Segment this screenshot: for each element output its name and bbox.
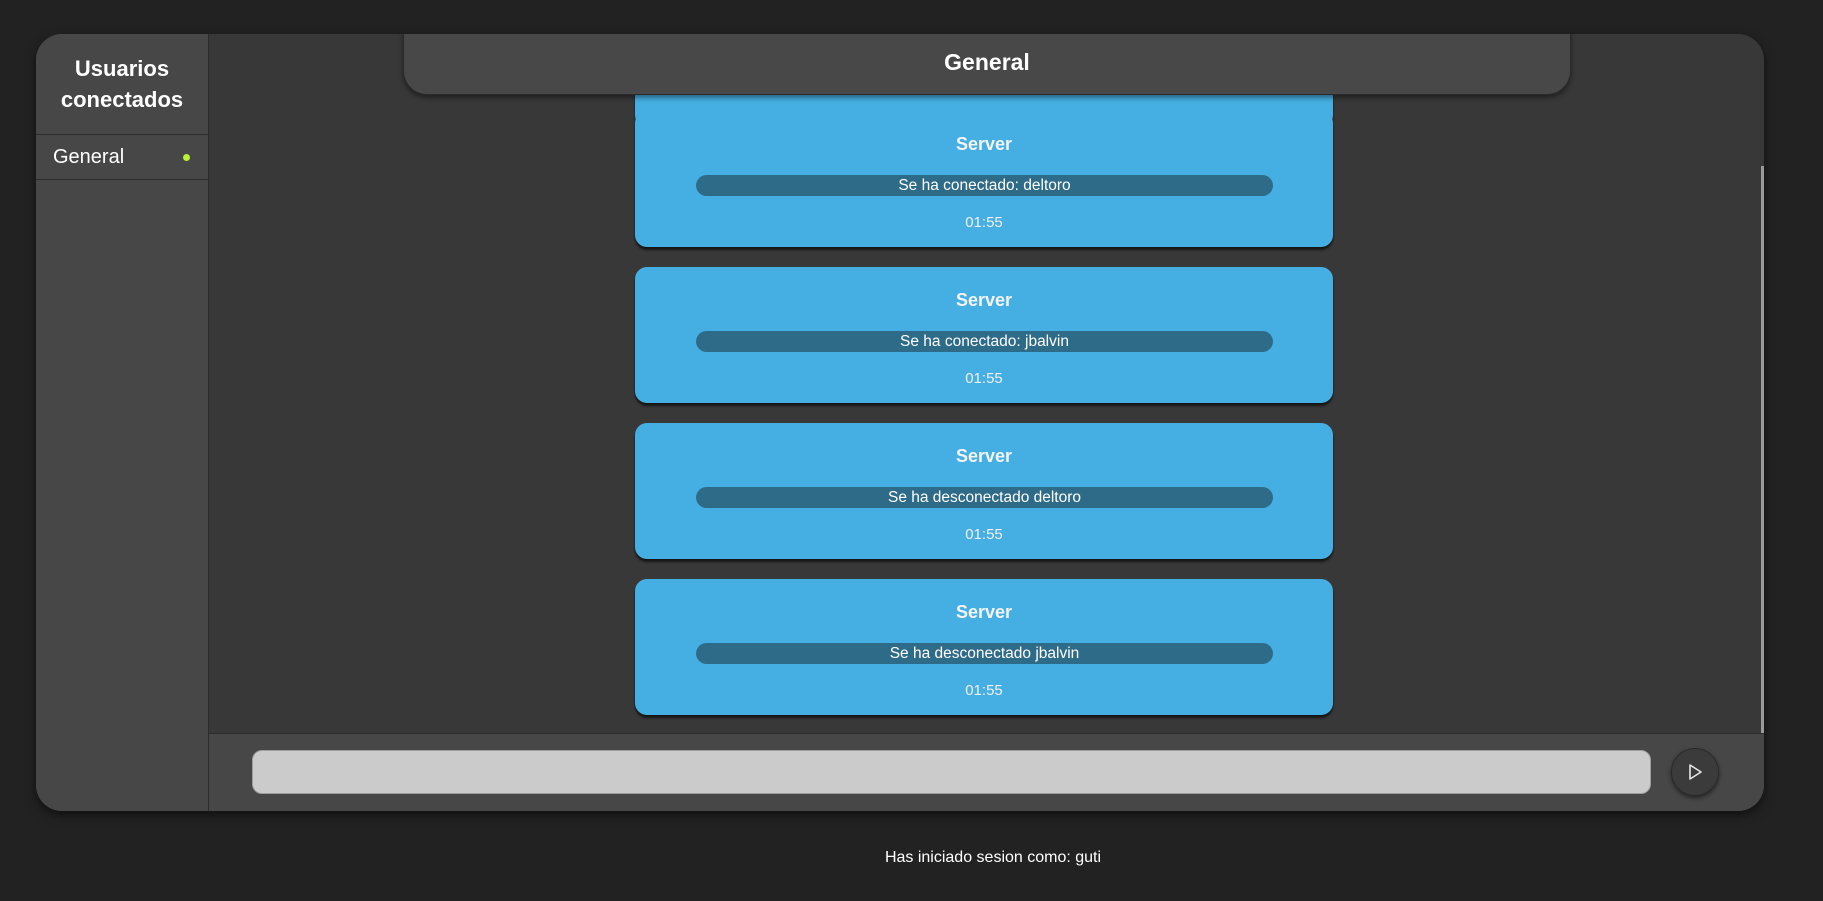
message-card: Server Se ha desconectado deltoro 01:55 xyxy=(635,423,1333,559)
message-time: 01:55 xyxy=(965,370,1003,387)
message-author: Server xyxy=(955,446,1013,466)
message-input[interactable] xyxy=(252,750,1651,794)
message-text: Se ha conectado: jbalvin xyxy=(696,331,1273,352)
message-list[interactable]: General Server Se ha conectado: deltoro … xyxy=(209,34,1764,733)
message-list-scrollbar[interactable] xyxy=(1761,166,1764,733)
message-text: Se ha desconectado jbalvin xyxy=(696,643,1273,664)
message-card: Server Se ha desconectado jbalvin 01:55 xyxy=(635,579,1333,715)
login-status-text: Has iniciado sesion como: guti xyxy=(884,849,1102,866)
message-time: 01:55 xyxy=(965,214,1003,231)
message-time: 01:55 xyxy=(965,526,1003,543)
send-button[interactable] xyxy=(1671,748,1719,796)
message-author: Server xyxy=(955,602,1013,622)
chat-app: Usuarios conectados General General Serv… xyxy=(36,34,1764,811)
message-card: Server Se ha conectado: deltoro 01:55 xyxy=(635,111,1333,247)
sidebar-item-general[interactable]: General xyxy=(36,135,208,180)
message-text: Se ha desconectado deltoro xyxy=(696,487,1273,508)
room-label: General xyxy=(53,145,125,168)
message-author: Server xyxy=(955,134,1013,154)
chat-title: General xyxy=(403,34,1571,95)
message-text: Se ha conectado: deltoro xyxy=(696,175,1273,196)
message-author: Server xyxy=(955,290,1013,310)
online-status-dot xyxy=(183,153,190,161)
message-composer xyxy=(209,733,1764,811)
chat-main: General Server Se ha conectado: deltoro … xyxy=(209,34,1764,811)
message-card: Server Se ha conectado: jbalvin 01:55 xyxy=(635,267,1333,403)
sidebar-title: Usuarios conectados xyxy=(36,34,208,135)
message-time: 01:55 xyxy=(965,682,1003,699)
send-triangle-icon xyxy=(1689,764,1702,780)
users-sidebar: Usuarios conectados General xyxy=(36,34,209,811)
